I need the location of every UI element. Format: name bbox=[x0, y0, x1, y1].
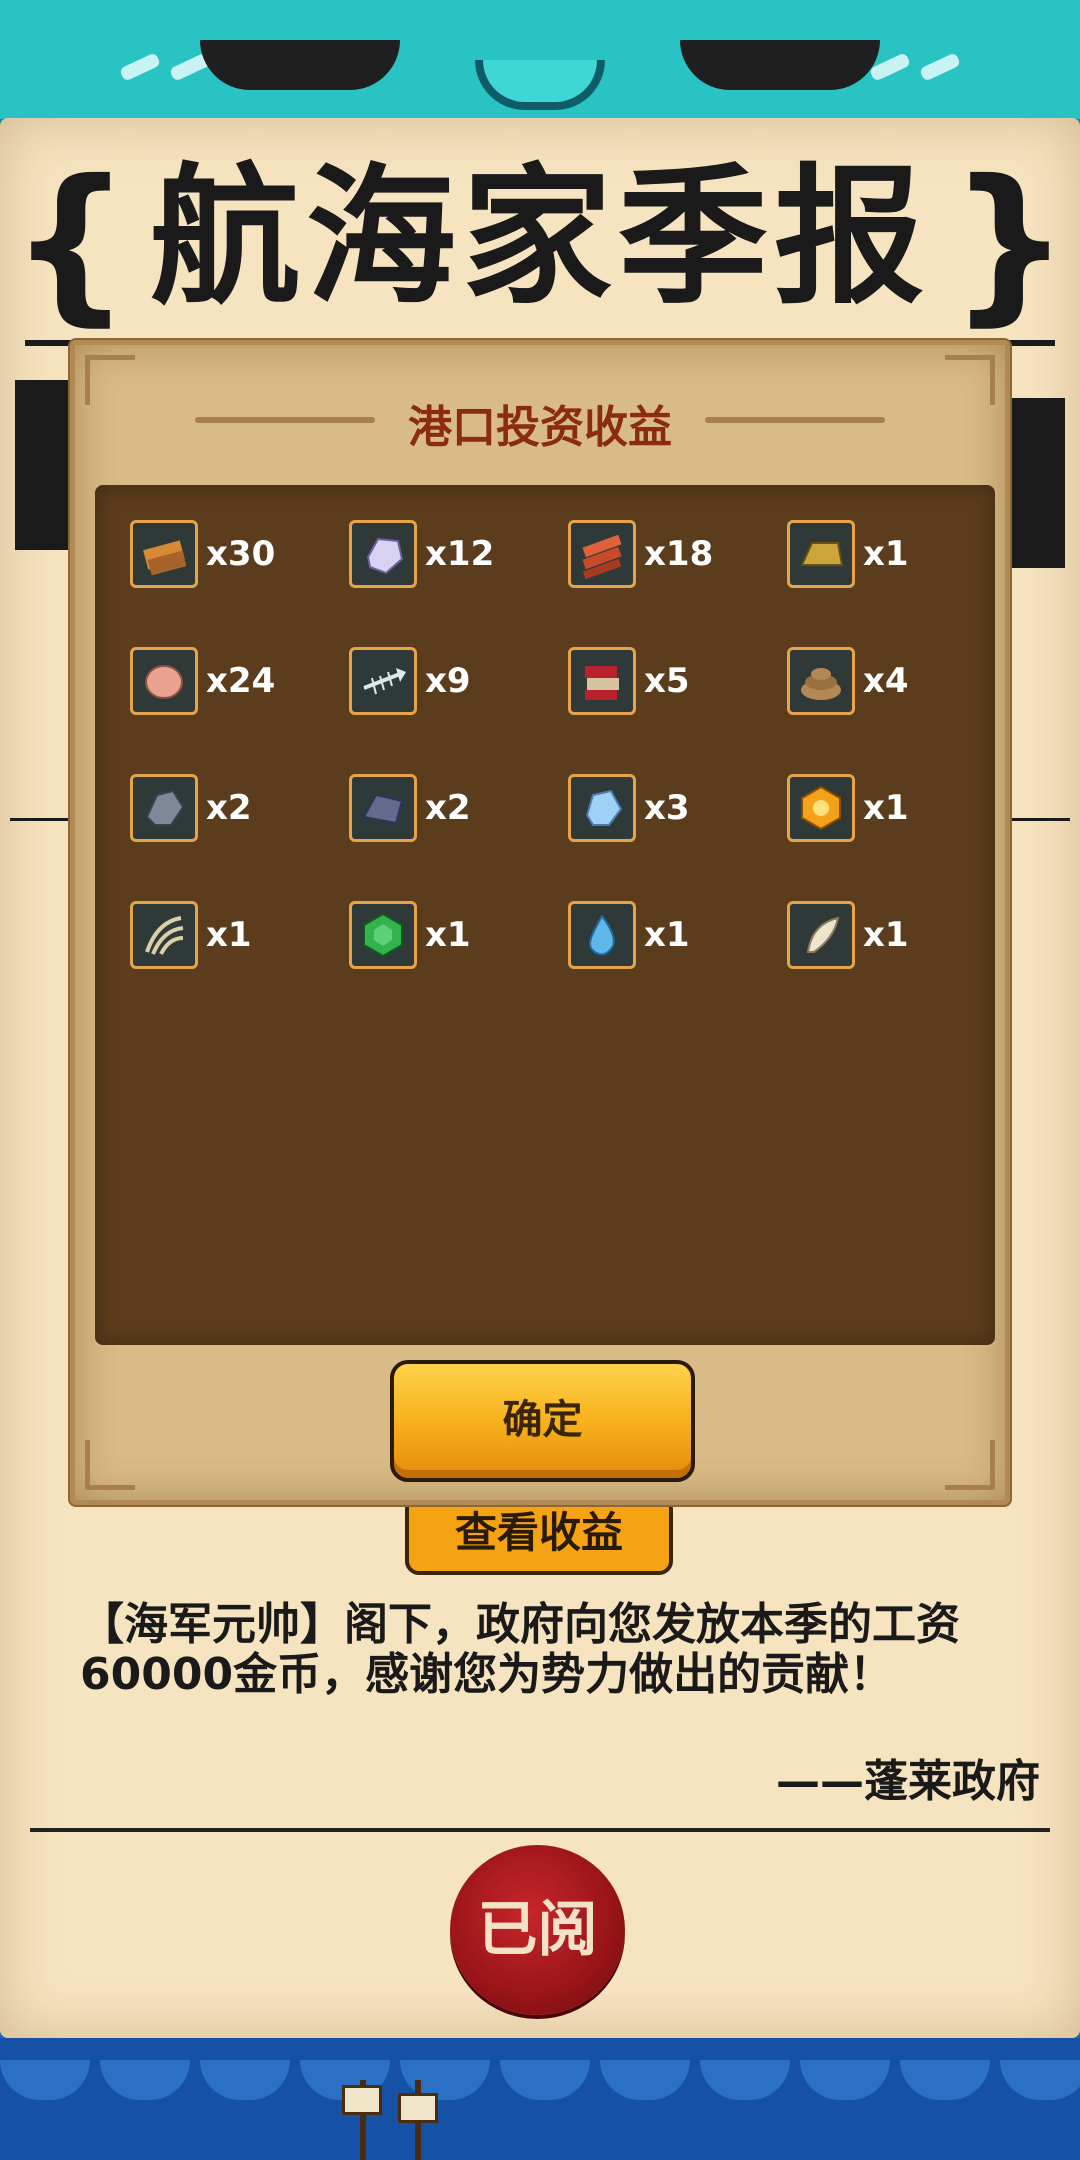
wood-plank-icon bbox=[130, 520, 198, 588]
reward-quantity: x3 bbox=[644, 788, 690, 828]
water-drop-icon bbox=[568, 901, 636, 969]
reward-quantity: x18 bbox=[644, 534, 714, 574]
reward-item[interactable]: x2 bbox=[349, 774, 549, 844]
reward-item[interactable]: x12 bbox=[349, 520, 549, 590]
reward-item[interactable]: x9 bbox=[349, 647, 549, 717]
reward-item[interactable]: x1 bbox=[130, 901, 330, 971]
reward-item[interactable]: x1 bbox=[787, 901, 987, 971]
dialog-title: 港口投资收益 bbox=[408, 402, 672, 453]
iron-ore-icon bbox=[130, 774, 198, 842]
confirm-button-label: 确定 bbox=[502, 1397, 583, 1443]
reward-item[interactable]: x1 bbox=[787, 520, 987, 590]
corner-ornament-icon bbox=[945, 1440, 995, 1490]
reward-quantity: x2 bbox=[425, 788, 471, 828]
amber-gem-icon bbox=[787, 774, 855, 842]
reward-item[interactable]: x18 bbox=[568, 520, 768, 590]
silver-ore-icon bbox=[349, 520, 417, 588]
reward-item[interactable]: x24 bbox=[130, 647, 330, 717]
gold-ingot-icon bbox=[787, 520, 855, 588]
rope-coil-icon bbox=[787, 647, 855, 715]
reward-panel: x30 x12 x18 x1 x24 x9 x5 x4 x2 x2 x3 x1 x1 x1 x1 x1 bbox=[95, 485, 995, 1345]
red-book-icon bbox=[568, 647, 636, 715]
reward-item[interactable]: x1 bbox=[349, 901, 549, 971]
reward-quantity: x1 bbox=[644, 915, 690, 955]
reward-quantity: x1 bbox=[206, 915, 252, 955]
claw-icon bbox=[130, 901, 198, 969]
feather-icon bbox=[787, 901, 855, 969]
reward-item[interactable]: x5 bbox=[568, 647, 768, 717]
reward-quantity: x5 bbox=[644, 661, 690, 701]
confirm-button[interactable]: 确定 bbox=[390, 1360, 695, 1482]
dialog-overlay: 港口投资收益 x30 x12 x18 x1 x24 x9 x5 x4 x2 x2 x3 x1 x1 x1 x… bbox=[0, 0, 1080, 2160]
reward-quantity: x12 bbox=[425, 534, 495, 574]
reward-quantity: x9 bbox=[425, 661, 471, 701]
reward-item[interactable]: x2 bbox=[130, 774, 330, 844]
red-plank-icon bbox=[568, 520, 636, 588]
pink-stone-icon bbox=[130, 647, 198, 715]
port-investment-dialog: 港口投资收益 x30 x12 x18 x1 x24 x9 x5 x4 x2 x2 x3 x1 x1 x1 x… bbox=[70, 340, 1010, 1505]
iron-plate-icon bbox=[349, 774, 417, 842]
corner-ornament-icon bbox=[85, 1440, 135, 1490]
reward-quantity: x24 bbox=[206, 661, 276, 701]
reward-quantity: x1 bbox=[425, 915, 471, 955]
ice-crystal-icon bbox=[568, 774, 636, 842]
reward-quantity: x4 bbox=[863, 661, 909, 701]
emerald-gem-icon bbox=[349, 901, 417, 969]
reward-quantity: x30 bbox=[206, 534, 276, 574]
reward-quantity: x1 bbox=[863, 534, 909, 574]
reward-item[interactable]: x30 bbox=[130, 520, 330, 590]
game-screen: { 航海家季报 } 【海军元帅】阁下，政府向您发放本季的工资60000金币，感谢… bbox=[0, 0, 1080, 2160]
reward-quantity: x1 bbox=[863, 915, 909, 955]
fish-bone-icon bbox=[349, 647, 417, 715]
reward-quantity: x2 bbox=[206, 788, 252, 828]
reward-item[interactable]: x1 bbox=[787, 774, 987, 844]
reward-item[interactable]: x4 bbox=[787, 647, 987, 717]
reward-item[interactable]: x3 bbox=[568, 774, 768, 844]
reward-quantity: x1 bbox=[863, 788, 909, 828]
reward-item[interactable]: x1 bbox=[568, 901, 768, 971]
